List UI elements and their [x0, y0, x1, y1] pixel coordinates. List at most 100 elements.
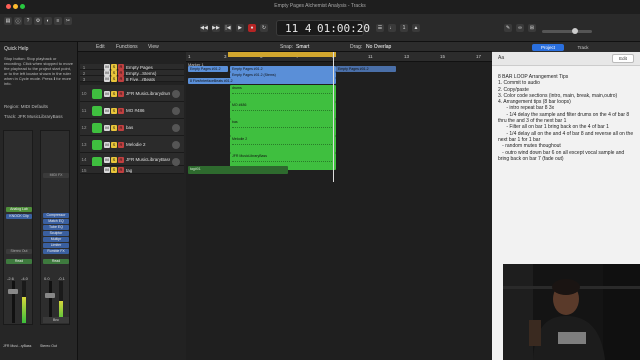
- track-header[interactable]: 3 MSR8 Five...rBeats: [80, 76, 184, 82]
- record-enable-button[interactable]: R: [118, 156, 124, 163]
- midi-region-mo[interactable]: MO #486: [230, 102, 336, 119]
- note-pad-icon[interactable]: ✎: [504, 24, 512, 32]
- fx-slot-4[interactable]: Sculptor: [43, 231, 69, 236]
- midi-region-bas[interactable]: bas: [230, 119, 336, 136]
- track-name[interactable]: JFR MusicLibrarydrums: [126, 91, 170, 96]
- solo-button[interactable]: S: [111, 76, 117, 82]
- region-inspector-label[interactable]: Region: MIDI Defaults: [4, 104, 48, 109]
- midi-fx-slot[interactable]: MIDI FX: [43, 173, 69, 178]
- solo-button[interactable]: S: [111, 141, 117, 148]
- instrument-slot[interactable]: Analog Lab: [6, 207, 32, 212]
- automation-mode[interactable]: Read: [6, 259, 32, 264]
- editors-icon[interactable]: ✂: [64, 17, 72, 25]
- audio-region[interactable]: Empty Pages #01.2: [188, 66, 228, 72]
- track-volume-knob[interactable]: [172, 158, 180, 166]
- master-volume-handle[interactable]: [572, 28, 578, 34]
- record-enable-button[interactable]: R: [118, 124, 124, 131]
- mute-button[interactable]: M: [104, 107, 110, 114]
- metronome-icon[interactable]: ▲: [412, 24, 420, 32]
- record-enable-button[interactable]: R: [118, 76, 124, 82]
- track-name[interactable]: Empty...Stems): [126, 71, 170, 76]
- solo-button[interactable]: S: [111, 124, 117, 131]
- volume-fader[interactable]: [12, 281, 15, 323]
- track-instrument-icon[interactable]: [92, 140, 102, 150]
- quick-help-icon[interactable]: ?: [24, 17, 32, 25]
- playhead[interactable]: [333, 52, 334, 182]
- track-volume-knob[interactable]: [172, 90, 180, 98]
- list-editors-icon[interactable]: ☰: [376, 24, 384, 32]
- tab-project[interactable]: Project: [532, 44, 564, 51]
- track-header[interactable]: 13 M S R Melodie 2: [80, 136, 184, 153]
- smart-controls-icon[interactable]: ◐: [44, 17, 52, 25]
- drag-select[interactable]: No Overlap: [366, 44, 391, 50]
- snap-select[interactable]: Smart: [296, 44, 309, 50]
- view-menu[interactable]: View: [148, 44, 159, 50]
- cycle-region[interactable]: [228, 52, 336, 57]
- fast-forward-button[interactable]: ▶▶: [212, 24, 220, 32]
- master-volume-slider[interactable]: [542, 30, 592, 33]
- automation-mode[interactable]: Read: [43, 259, 69, 264]
- track-name[interactable]: Empty Pages: [126, 65, 170, 70]
- mute-button[interactable]: M: [104, 90, 110, 97]
- track-inspector-label[interactable]: Track: JFR MusicLibraryBass: [4, 114, 63, 119]
- track-instrument-icon[interactable]: [92, 106, 102, 116]
- track-instrument-icon[interactable]: [92, 89, 102, 99]
- record-enable-button[interactable]: R: [118, 107, 124, 114]
- info-icon[interactable]: ⓘ: [14, 17, 22, 25]
- library-icon[interactable]: ▤: [4, 17, 12, 25]
- track-volume-knob[interactable]: [172, 124, 180, 132]
- audio-region[interactable]: 8 Five/interfaceBeats #01.2: [188, 78, 336, 84]
- mixer-icon[interactable]: ≡: [54, 17, 62, 25]
- track-instrument-icon[interactable]: [92, 123, 102, 133]
- midi-region-drums[interactable]: drums: [230, 85, 336, 102]
- fx-slot-3[interactable]: Tube EQ: [43, 225, 69, 230]
- mute-button[interactable]: M: [104, 167, 110, 173]
- browser-icon[interactable]: ⊞: [528, 24, 536, 32]
- track-volume-knob[interactable]: [172, 141, 180, 149]
- notes-text[interactable]: 8 BAR LOOP Arrangement Tips 1. Commit to…: [498, 74, 634, 162]
- track-name[interactable]: MO #486: [126, 108, 170, 113]
- track-header[interactable]: 10 M S R JFR MusicLibrarydrums: [80, 85, 184, 102]
- track-name[interactable]: bas: [126, 125, 170, 130]
- mute-button[interactable]: M: [104, 76, 110, 82]
- fx-slot-2[interactable]: Match EQ: [43, 219, 69, 224]
- audio-region[interactable]: Empty Pages #01.2: [336, 66, 396, 72]
- audio-region-tag[interactable]: tag#01: [188, 166, 288, 174]
- record-enable-button[interactable]: R: [118, 141, 124, 148]
- bounce-button[interactable]: Bnc: [43, 317, 69, 323]
- fx-slot-7[interactable]: Rumble FX: [43, 249, 69, 254]
- fader-handle[interactable]: [8, 289, 18, 294]
- track-header[interactable]: 14 M S R JFR MusicLibraryBass: [80, 153, 184, 167]
- midi-region-melodie[interactable]: Melodie 2: [230, 136, 336, 153]
- tab-track[interactable]: Track: [570, 44, 596, 51]
- edit-menu[interactable]: Edit: [96, 44, 105, 50]
- solo-button[interactable]: S: [111, 167, 117, 173]
- play-button[interactable]: ▶: [236, 24, 244, 32]
- solo-button[interactable]: S: [111, 107, 117, 114]
- track-name[interactable]: JFR MusicLibraryBass: [126, 157, 170, 162]
- record-enable-button[interactable]: R: [118, 167, 124, 173]
- track-header[interactable]: 12 M S Rbas: [80, 119, 184, 136]
- count-in-icon[interactable]: 1: [400, 24, 408, 32]
- track-name[interactable]: Melodie 2: [126, 142, 170, 147]
- record-button[interactable]: ●: [248, 24, 256, 32]
- audio-fx-slot[interactable]: KNOCK Clip: [6, 214, 32, 219]
- record-enable-button[interactable]: R: [118, 90, 124, 97]
- go-to-start-button[interactable]: |◀: [224, 24, 232, 32]
- format-button[interactable]: Aa: [498, 55, 504, 61]
- functions-menu[interactable]: Functions: [116, 44, 138, 50]
- toolbar-icon[interactable]: ⚙: [34, 17, 42, 25]
- solo-button[interactable]: S: [111, 156, 117, 163]
- output-slot[interactable]: Stereo Out: [6, 249, 32, 254]
- fx-slot-5[interactable]: Multipr: [43, 237, 69, 242]
- fx-slot-6[interactable]: Limiter: [43, 243, 69, 248]
- track-header[interactable]: 11 M S R MO #486: [80, 102, 184, 119]
- loop-browser-icon[interactable]: ∞: [516, 24, 524, 32]
- track-volume-knob[interactable]: [172, 107, 180, 115]
- rewind-button[interactable]: ◀◀: [200, 24, 208, 32]
- mute-button[interactable]: M: [104, 141, 110, 148]
- tuner-icon[interactable]: ♩: [388, 24, 396, 32]
- track-name[interactable]: 8 Five...rBeats: [126, 77, 170, 82]
- fader-handle[interactable]: [45, 293, 55, 298]
- mute-button[interactable]: M: [104, 124, 110, 131]
